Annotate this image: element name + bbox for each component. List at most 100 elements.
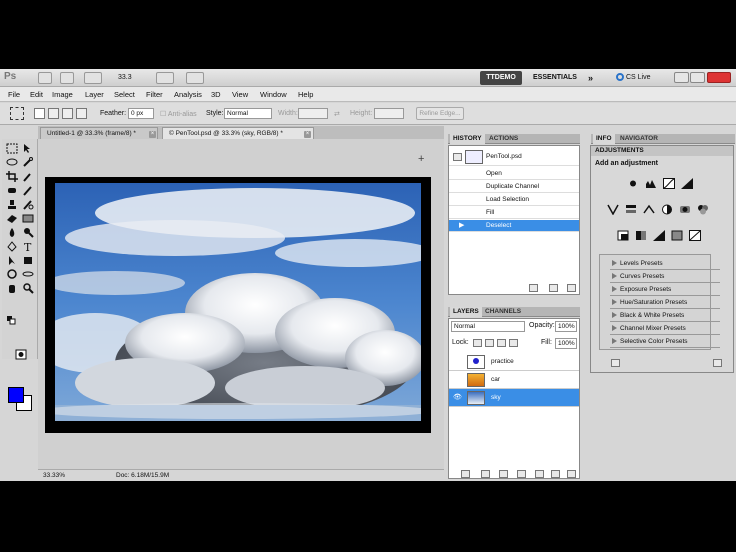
menu-window[interactable]: Window	[260, 90, 287, 99]
curves-icon[interactable]	[663, 178, 675, 189]
add-mask-icon[interactable]	[499, 470, 508, 478]
lock-position-icon[interactable]	[497, 339, 506, 347]
exposure-icon[interactable]	[681, 178, 693, 189]
maximize-button[interactable]	[690, 72, 705, 83]
swap-icon[interactable]: ⇄	[334, 110, 340, 118]
menu-view[interactable]: View	[232, 90, 248, 99]
quick-mask-icon[interactable]	[15, 349, 27, 360]
visibility-toggle[interactable]	[453, 358, 461, 366]
layer-row-sky[interactable]: 👁 sky	[449, 389, 579, 407]
mini-bridge-icon[interactable]	[60, 72, 74, 84]
bridge-icon[interactable]	[38, 72, 52, 84]
preset-black-white[interactable]: Black & White Presets	[610, 309, 720, 322]
clone-stamp-tool-icon[interactable]	[6, 199, 18, 210]
threshold-icon[interactable]	[653, 230, 665, 241]
lock-pixels-icon[interactable]	[485, 339, 494, 347]
preset-selective-color[interactable]: Selective Color Presets	[610, 335, 720, 348]
preset-curves[interactable]: Curves Presets	[610, 270, 720, 283]
history-item-selected[interactable]: ▶ Deselect	[449, 220, 579, 232]
3d-rotate-tool-icon[interactable]	[6, 269, 18, 280]
return-to-list-icon[interactable]	[611, 359, 620, 367]
sky-photo[interactable]	[55, 183, 421, 421]
marquee-tool-preset-icon[interactable]	[10, 107, 24, 120]
black-white-icon[interactable]	[661, 204, 673, 215]
new-group-icon[interactable]	[535, 470, 544, 478]
history-snapshot[interactable]: PenTool.psd	[449, 148, 579, 166]
history-state-slider-icon[interactable]: ▶	[459, 220, 464, 232]
menu-help[interactable]: Help	[298, 90, 313, 99]
levels-icon[interactable]	[645, 178, 657, 189]
new-selection-icon[interactable]	[34, 108, 45, 119]
marquee-tool-icon[interactable]	[6, 143, 18, 154]
refine-edge-button[interactable]: Refine Edge...	[416, 107, 464, 120]
spot-healing-tool-icon[interactable]	[6, 185, 18, 196]
close-button[interactable]	[707, 72, 731, 83]
color-balance-icon[interactable]	[643, 204, 655, 215]
add-selection-icon[interactable]	[48, 108, 59, 119]
history-item[interactable]: Duplicate Channel	[449, 181, 579, 193]
workspace-essentials[interactable]: ESSENTIALS	[528, 71, 582, 85]
blend-mode-select[interactable]: Normal	[451, 321, 525, 332]
layer-row-practice[interactable]: practice	[449, 353, 579, 371]
pen-tool-icon[interactable]	[6, 241, 18, 252]
tab-layers[interactable]: LAYERS	[450, 307, 482, 317]
new-snapshot-icon[interactable]	[549, 284, 558, 292]
preset-hue-saturation[interactable]: Hue/Saturation Presets	[610, 296, 720, 309]
type-tool-icon[interactable]: T	[22, 241, 34, 254]
hand-tool-icon[interactable]	[6, 283, 18, 294]
history-brush-tool-icon[interactable]	[22, 199, 34, 210]
brightness-contrast-icon[interactable]	[627, 178, 639, 189]
selective-color-icon[interactable]	[689, 230, 701, 241]
intersect-selection-icon[interactable]	[76, 108, 87, 119]
vibrance-icon[interactable]	[607, 204, 619, 216]
eye-icon[interactable]: 👁	[453, 394, 462, 402]
visibility-toggle[interactable]	[453, 376, 461, 384]
history-item[interactable]: Load Selection	[449, 194, 579, 206]
tab-info[interactable]: INFO	[593, 134, 615, 144]
menu-file[interactable]: File	[8, 90, 20, 99]
path-selection-tool-icon[interactable]	[6, 255, 18, 266]
layer-style-icon[interactable]	[481, 470, 490, 478]
zoom-level[interactable]: 33.3	[118, 72, 140, 84]
history-item[interactable]: Open	[449, 168, 579, 180]
antialias-checkbox[interactable]: ☐ Anti-alias	[160, 110, 197, 118]
style-select[interactable]: Normal	[224, 108, 272, 119]
cs-live-button[interactable]: CS Live	[616, 71, 666, 85]
eyedropper-tool-icon[interactable]	[22, 171, 34, 182]
menu-select[interactable]: Select	[114, 90, 135, 99]
preset-exposure[interactable]: Exposure Presets	[610, 283, 720, 296]
menu-analysis[interactable]: Analysis	[174, 90, 202, 99]
quick-selection-tool-icon[interactable]	[22, 157, 34, 168]
height-input[interactable]	[374, 108, 404, 119]
screen-mode-icon[interactable]	[186, 72, 204, 84]
blur-tool-icon[interactable]	[6, 227, 18, 238]
gradient-map-icon[interactable]	[671, 230, 683, 241]
feather-input[interactable]: 0 px	[128, 108, 154, 119]
layer-row-car[interactable]: car	[449, 371, 579, 389]
zoom-tool-icon[interactable]	[22, 283, 34, 294]
channel-mixer-icon[interactable]	[697, 204, 709, 215]
menu-image[interactable]: Image	[52, 90, 73, 99]
eraser-tool-icon[interactable]	[6, 213, 18, 224]
crop-tool-icon[interactable]	[6, 171, 18, 182]
subtract-selection-icon[interactable]	[62, 108, 73, 119]
lock-all-icon[interactable]	[509, 339, 518, 347]
menu-layer[interactable]: Layer	[85, 90, 104, 99]
tab-history[interactable]: HISTORY	[450, 134, 485, 144]
more-workspaces-icon[interactable]: »	[588, 71, 600, 85]
arrange-documents-icon[interactable]	[156, 72, 174, 84]
tab-untitled-1[interactable]: Untitled-1 @ 33.3% (frame/8) * ×	[40, 127, 158, 139]
shape-tool-icon[interactable]	[22, 255, 34, 266]
tab-close-icon[interactable]: ×	[304, 131, 311, 138]
panel-options-icon[interactable]	[713, 359, 722, 367]
history-item[interactable]: Fill	[449, 207, 579, 219]
lasso-tool-icon[interactable]	[6, 157, 18, 168]
menu-3d[interactable]: 3D	[211, 90, 221, 99]
tab-close-icon[interactable]: ×	[149, 131, 156, 138]
move-tool-icon[interactable]	[22, 143, 34, 154]
foreground-color-swatch[interactable]	[8, 387, 24, 403]
preset-levels[interactable]: Levels Presets	[610, 257, 720, 270]
gradient-tool-icon[interactable]	[22, 213, 34, 224]
tab-channels[interactable]: CHANNELS	[482, 307, 524, 317]
new-document-from-state-icon[interactable]	[529, 284, 538, 292]
